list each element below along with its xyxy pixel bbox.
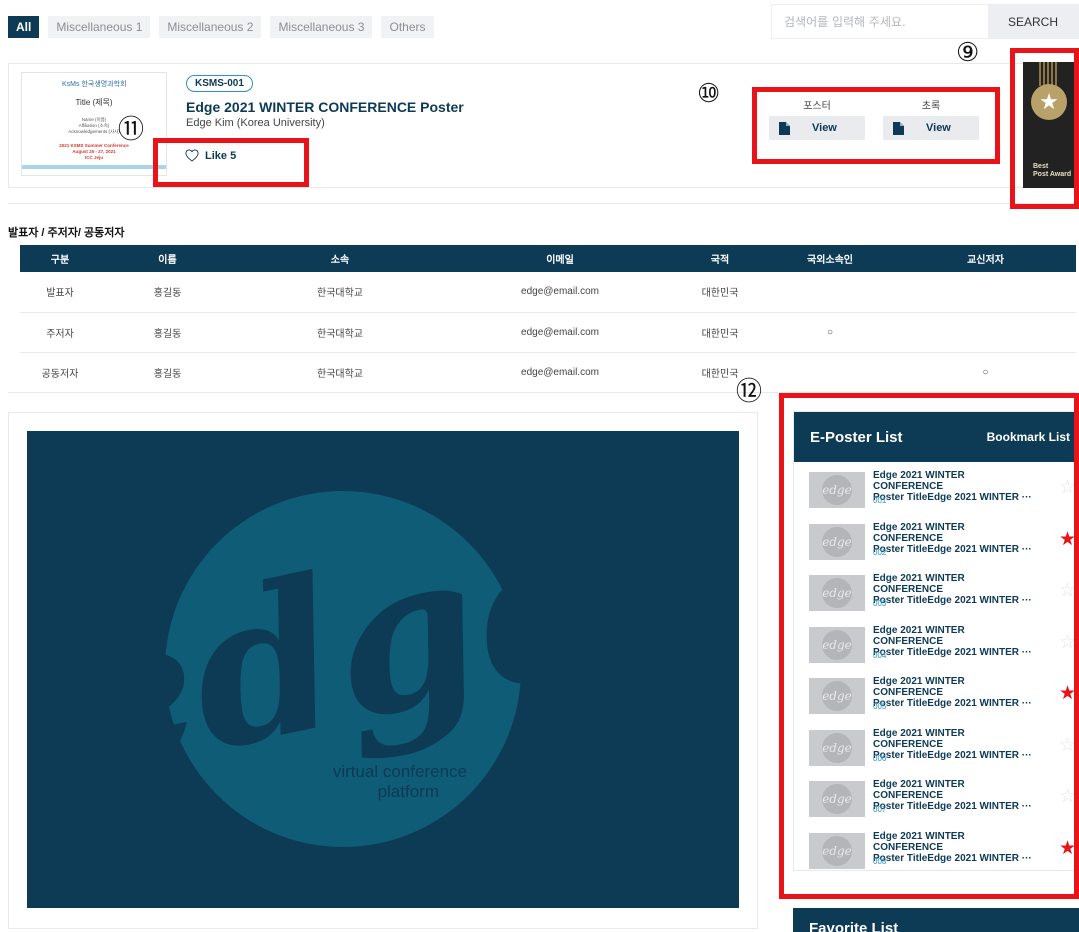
table-row: 공동저자 홍길동 한국대학교 edge@email.com 대한민국 ○: [20, 352, 1076, 392]
table-cell: 대한민국: [675, 312, 765, 353]
authors-heading: 발표자 / 주저자/ 공동저자: [8, 227, 125, 239]
annotation-number-10: ⑩: [697, 79, 721, 109]
annotation-number-12: ⑫: [736, 377, 763, 407]
thumbnail-conference: 2021 KSMS Summer Conference August 25 - …: [59, 143, 129, 160]
favorite-list-header[interactable]: Favorite List: [793, 908, 1079, 932]
table-cell: ○: [982, 366, 989, 378]
table-cell: 홍길동: [153, 368, 182, 380]
poster-viewer: edge virtual conference platform: [8, 412, 758, 929]
poster-subtitle-1: virtual conference: [333, 762, 467, 781]
search-input[interactable]: [772, 5, 988, 38]
annotation-box-11: [153, 138, 309, 187]
poster-title: Edge 2021 WINTER CONFERENCE Poster: [186, 99, 464, 115]
poster-code-badge: KSMS-001: [186, 75, 253, 92]
column-header: 소속: [235, 245, 445, 272]
table-cell: 홍길동: [100, 272, 235, 313]
tab-miscellaneous-3[interactable]: Miscellaneous 3: [270, 16, 373, 38]
poster-thumbnail[interactable]: KsMs 한국생명과학회 Title (제목) Name (이름) Affili…: [21, 72, 167, 176]
table-cell: 한국대학교: [235, 312, 445, 353]
table-cell: ○: [765, 312, 895, 353]
poster-subtitle-2: platform: [378, 782, 439, 801]
table-cell: 한국대학교: [235, 272, 445, 313]
edge-logo-graphic: edge virtual conference platform: [42, 477, 627, 847]
table-row: 주저자 홍길동 한국대학교 edge@email.com 대한민국 ○: [20, 312, 1076, 353]
thumbnail-logo: KsMs 한국생명과학회: [62, 81, 127, 88]
table-cell: edge@email.com: [521, 366, 599, 378]
search-bar: SEARCH: [771, 4, 1079, 39]
thumbnail-lines: Name (이름) Affiliation (소속) Acknowledgeme…: [68, 117, 120, 134]
table-cell: 발표자: [20, 272, 100, 313]
column-header: 국외소속인: [765, 245, 895, 272]
authors-table: 구분 이름 소속 이메일 국적 국외소속인 교신저자 발표자 홍길동 한국대학교 edge@ema…: [20, 245, 1076, 392]
column-header: 이메일: [445, 245, 675, 272]
annotation-box-10: [752, 87, 1000, 164]
table-cell: [765, 352, 895, 392]
table-cell: 홍길동: [100, 312, 235, 353]
table-cell: [895, 272, 1076, 313]
column-header: 구분: [20, 245, 100, 272]
thumbnail-title: Title (제목): [75, 98, 113, 107]
tab-all[interactable]: All: [8, 16, 40, 38]
poster-image[interactable]: edge virtual conference platform: [27, 431, 739, 908]
annotation-number-9: ⑨: [956, 38, 980, 68]
column-header: 국적: [675, 245, 765, 272]
annotation-box-9: [1010, 48, 1079, 209]
poster-author: Edge Kim (Korea University): [186, 117, 325, 129]
authors-section: 발표자 / 주저자/ 공동저자 구분 이름 소속 이메일 국적 국외소속인 교신저자 발표자…: [8, 203, 1076, 393]
annotation-number-11: ⑪: [118, 115, 145, 145]
thumbnail-bar: [22, 165, 166, 169]
column-header: 이름: [100, 245, 235, 272]
column-header: 교신저자: [895, 245, 1076, 272]
table-cell: 주저자: [20, 312, 100, 353]
table-row: 발표자 홍길동 한국대학교 edge@email.com 대한민국: [20, 272, 1076, 313]
table-cell: 대한민국: [675, 272, 765, 313]
favorite-list-title: Favorite List: [809, 920, 899, 932]
annotation-box-12: [779, 393, 1079, 899]
category-tabs: All Miscellaneous 1 Miscellaneous 2 Miscell…: [8, 16, 434, 38]
tab-miscellaneous-2[interactable]: Miscellaneous 2: [159, 16, 262, 38]
table-cell: edge@email.com: [445, 272, 675, 313]
search-button[interactable]: SEARCH: [988, 5, 1078, 38]
table-cell: 한국대학교: [317, 368, 363, 380]
table-cell: [895, 312, 1076, 353]
tab-miscellaneous-1[interactable]: Miscellaneous 1: [48, 16, 151, 38]
table-cell: [765, 272, 895, 313]
table-cell: edge@email.com: [445, 312, 675, 353]
table-cell: 공동저자: [41, 368, 79, 380]
tab-others[interactable]: Others: [381, 16, 434, 38]
